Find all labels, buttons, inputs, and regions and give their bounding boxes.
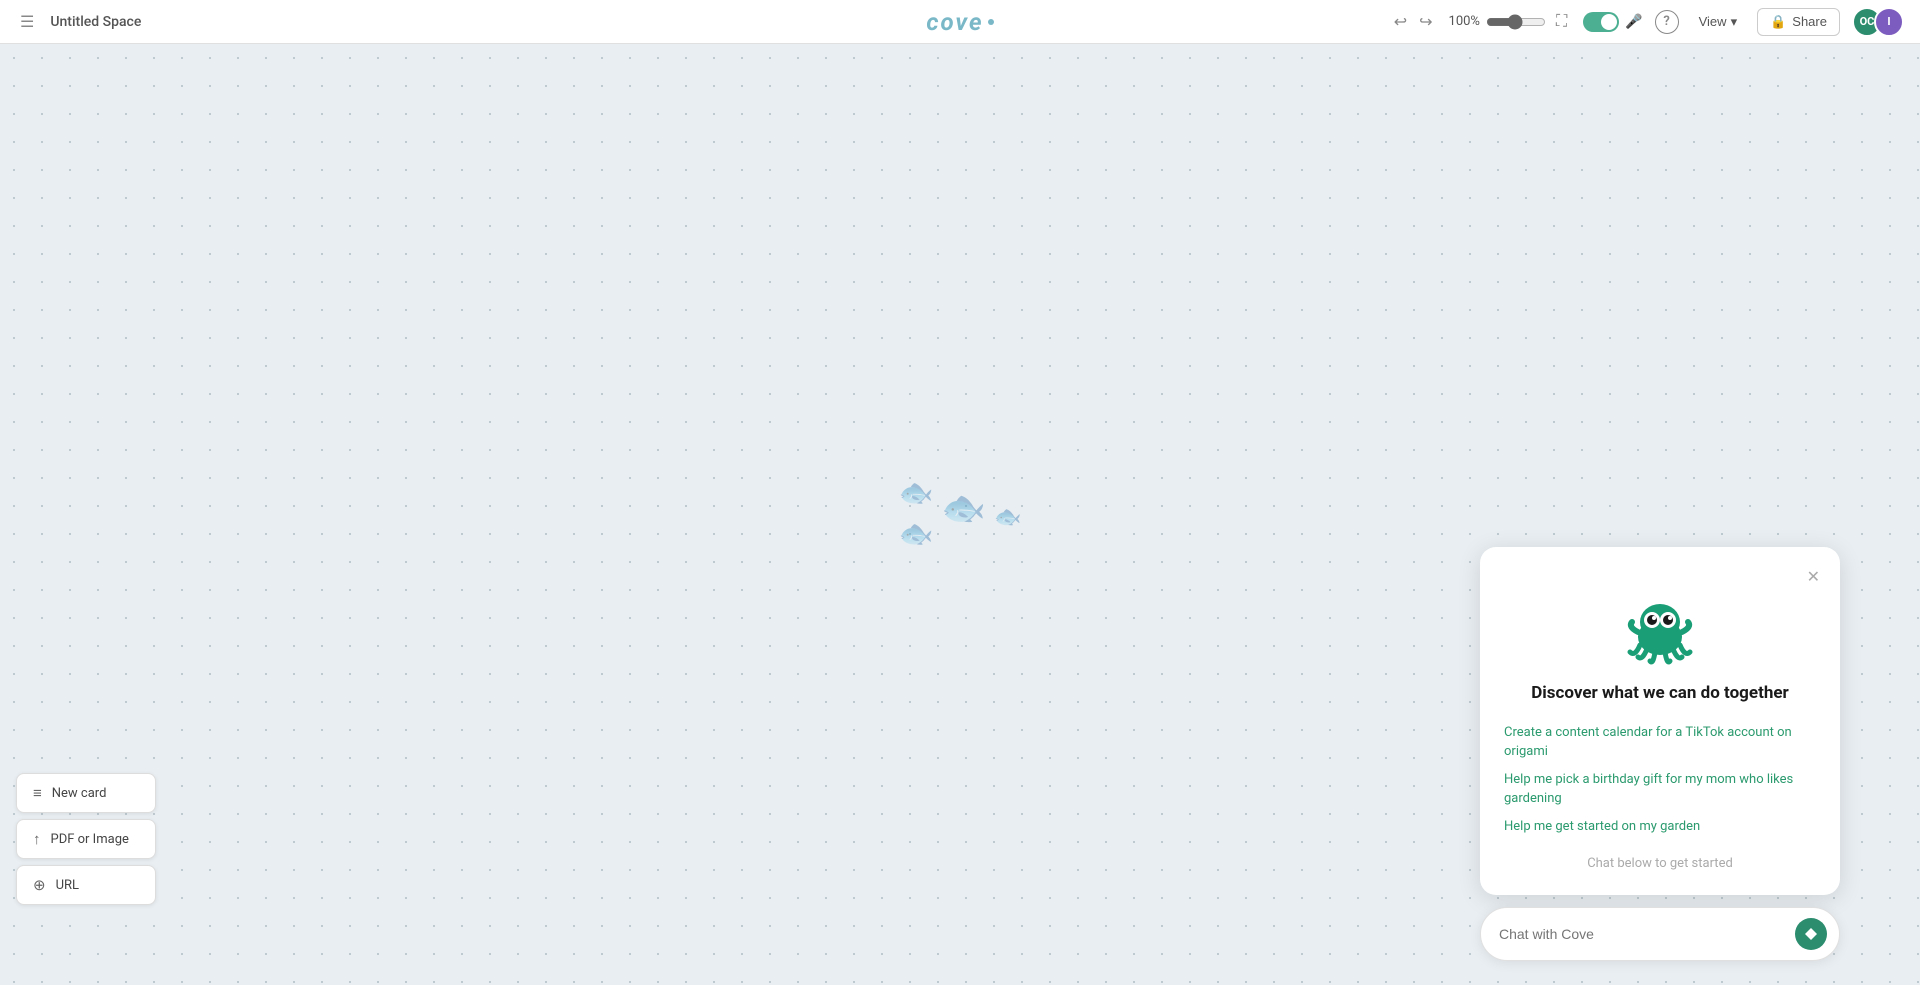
avatar-i: I (1874, 7, 1904, 37)
share-button[interactable]: 🔒 Share (1757, 8, 1840, 36)
navbar-center: cove (645, 8, 1274, 36)
chat-input[interactable] (1499, 926, 1795, 942)
close-panel-button[interactable]: ✕ (1807, 567, 1820, 587)
navbar-left: ☰ Untitled Space (16, 8, 645, 36)
zoom-level: 100% (1449, 14, 1480, 29)
pdf-image-label: PDF or Image (51, 832, 129, 847)
chat-panel-header: ✕ (1480, 547, 1840, 587)
fish-icon-3: 🐟 (941, 487, 986, 529)
new-card-label: New card (52, 786, 107, 801)
redo-button[interactable]: ↪ (1415, 8, 1436, 36)
pdf-image-button[interactable]: ↑ PDF or Image (16, 819, 156, 859)
chat-panel: ✕ Discover wh (1480, 547, 1840, 896)
undo-redo-group: ↩ ↪ (1390, 8, 1437, 36)
mic-icon: 🎤 (1625, 14, 1642, 30)
space-title: Untitled Space (50, 14, 141, 30)
hamburger-menu-button[interactable]: ☰ (16, 8, 38, 36)
view-toggle[interactable] (1583, 12, 1619, 32)
pdf-image-icon: ↑ (33, 830, 41, 848)
help-button[interactable]: ? (1655, 10, 1679, 34)
url-button[interactable]: ⊕ URL (16, 865, 156, 905)
suggestion-item-2[interactable]: Help me pick a birthday gift for my mom … (1504, 766, 1816, 813)
chat-hint: Chat below to get started (1587, 856, 1733, 871)
fish-icon-2: 🐟 (898, 517, 933, 550)
fish-icon-1: 🐟 (898, 476, 933, 509)
bottom-toolbar: ≡ New card ↑ PDF or Image ⊕ URL (16, 773, 156, 905)
chat-input-area (1480, 907, 1840, 961)
navbar-right: ↩ ↪ 100% ⛶ 🎤 ? View ▾ 🔒 Share OC I (1275, 7, 1904, 37)
fish-icon-4: 🐟 (994, 505, 1021, 530)
zoom-slider[interactable] (1486, 14, 1546, 30)
view-label: View (1699, 14, 1727, 29)
url-icon: ⊕ (33, 876, 46, 894)
chat-input-wrapper (1480, 907, 1840, 961)
url-label: URL (56, 878, 79, 893)
suggestion-item-3[interactable]: Help me get started on my garden (1504, 813, 1816, 841)
zoom-fit-button[interactable]: ⛶ (1552, 9, 1571, 35)
new-card-icon: ≡ (33, 784, 42, 802)
avatar-group: OC I (1852, 7, 1904, 37)
fish-decoration: 🐟 🐟 🐟 🐟 (898, 476, 1021, 550)
cove-logo: cove (926, 8, 993, 36)
toggle-container: 🎤 (1583, 12, 1642, 32)
chat-panel-body: Discover what we can do together Create … (1480, 587, 1840, 896)
lock-icon: 🔒 (1770, 14, 1786, 30)
suggestions-list: Create a content calendar for a TikTok a… (1504, 719, 1816, 841)
panel-title: Discover what we can do together (1531, 683, 1789, 703)
diamond-send-icon (1804, 927, 1818, 941)
send-button[interactable] (1795, 918, 1827, 950)
logo-dot (988, 19, 994, 25)
undo-button[interactable]: ↩ (1390, 8, 1411, 36)
suggestion-item-1[interactable]: Create a content calendar for a TikTok a… (1504, 719, 1816, 766)
chevron-down-icon: ▾ (1731, 14, 1738, 30)
share-label: Share (1792, 14, 1827, 29)
navbar: ☰ Untitled Space cove ↩ ↪ 100% ⛶ 🎤 ? Vie… (0, 0, 1920, 44)
zoom-control: 100% ⛶ (1449, 9, 1572, 35)
view-dropdown-button[interactable]: View ▾ (1691, 10, 1745, 34)
new-card-button[interactable]: ≡ New card (16, 773, 156, 813)
cove-mascot-icon (1620, 587, 1700, 667)
